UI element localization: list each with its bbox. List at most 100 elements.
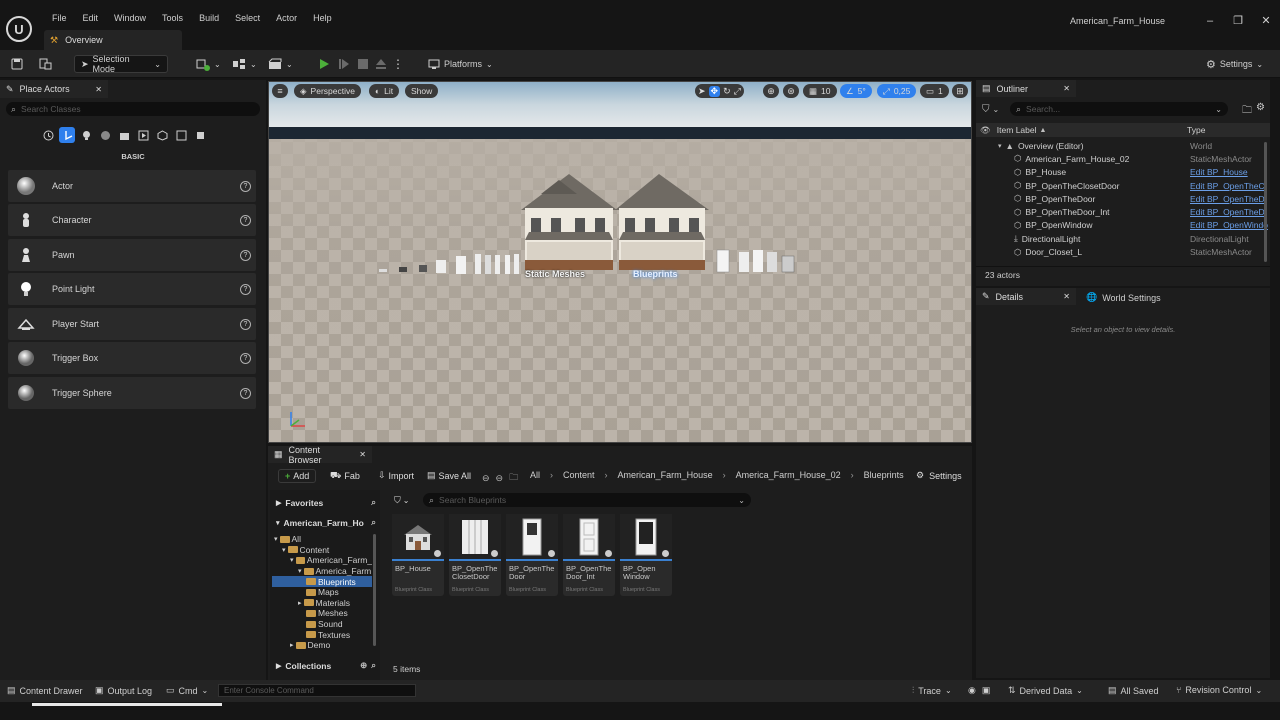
back-icon[interactable]: ⊖ (482, 473, 490, 484)
outliner-row[interactable]: ⬡ BP_OpenTheClosetDoor Edit BP_OpenTheC (976, 179, 1265, 192)
unreal-logo-icon[interactable]: U (6, 16, 32, 42)
basic-category-icon[interactable] (59, 127, 75, 143)
outliner-row[interactable]: ⬡ Door_Closet_L StaticMeshActor (976, 245, 1262, 258)
help-icon[interactable]: ? (240, 387, 251, 399)
record-icon[interactable]: ◉ (968, 685, 976, 696)
menu-select[interactable]: Select (227, 13, 268, 23)
volumes-category-icon[interactable] (173, 127, 189, 143)
all-saved-button[interactable]: ▤ All Saved (1108, 685, 1159, 696)
save-all-button[interactable]: ▤ Save All (427, 470, 471, 481)
skip-forward-icon[interactable] (336, 56, 352, 72)
tree-item[interactable]: Textures (272, 629, 372, 640)
tree-item[interactable]: Sound (272, 619, 372, 630)
show-button[interactable]: Show (405, 84, 439, 98)
favorites-section[interactable]: ▶ Favorites ⌕ (276, 497, 376, 508)
place-actors-tab[interactable]: ✎ Place Actors ✕ (0, 80, 108, 98)
help-icon[interactable]: ? (240, 318, 251, 330)
item-label-header[interactable]: Item Label (997, 125, 1037, 135)
rotation-snap-button[interactable]: ∠ 5° (840, 84, 872, 98)
menu-actor[interactable]: Actor (268, 13, 305, 23)
tree-item[interactable]: ▾ American_Farm_ (272, 555, 372, 566)
selection-mode-dropdown[interactable]: ➤ Selection Mode ⌄ (74, 54, 168, 74)
edit-blueprint-link[interactable]: Edit BP_OpenTheD (1190, 207, 1265, 217)
visual-effects-category-icon[interactable] (135, 127, 151, 143)
maximize-icon[interactable]: ❐ (1224, 14, 1252, 27)
lit-button[interactable]: ◐ Lit (369, 84, 400, 98)
edit-blueprint-link[interactable]: Edit BP_OpenWindo (1190, 220, 1268, 230)
recent-icon[interactable] (40, 127, 56, 143)
console-command-input[interactable]: Enter Console Command (218, 684, 416, 697)
help-icon[interactable]: ? (240, 249, 251, 261)
outliner-row[interactable]: ⬡ American_Farm_House_02 StaticMeshActor (976, 152, 1262, 165)
stop-icon[interactable] (355, 56, 371, 72)
document-tab-overview[interactable]: ⚒ Overview (44, 30, 182, 50)
platforms-button[interactable]: Platforms ⌄ (422, 55, 499, 73)
place-actor-item[interactable]: Pawn ? (8, 239, 256, 271)
edit-blueprint-link[interactable]: Edit BP_OpenTheD (1190, 194, 1265, 204)
asset-tile[interactable]: BP_OpenThe Door Blueprint Class (506, 514, 558, 596)
outliner-row[interactable]: ⬡ BP_OpenWindow Edit BP_OpenWindo (976, 219, 1268, 232)
level-viewport[interactable]: Static Meshes Blueprints (268, 81, 972, 443)
outliner-scrollbar[interactable] (1264, 142, 1267, 262)
tree-item[interactable]: ▾ All (272, 534, 372, 545)
help-icon[interactable]: ? (240, 283, 251, 295)
place-actor-item[interactable]: Player Start ? (8, 308, 256, 340)
search-icon[interactable]: ⌕ (371, 517, 376, 528)
collections-section[interactable]: ▶ Collections ⊕ ⌕ (276, 660, 376, 671)
breadcrumb-item[interactable]: America_Farm_House_02 (736, 470, 841, 480)
menu-window[interactable]: Window (106, 13, 154, 23)
project-root-section[interactable]: ▾ American_Farm_Ho ⌕ (276, 517, 376, 528)
outliner-row[interactable]: ⬡ BP_OpenTheDoor Edit BP_OpenTheD (976, 192, 1265, 205)
lights-category-icon[interactable] (78, 127, 94, 143)
asset-tile[interactable]: BP_OpenThe ClosetDoor Blueprint Class (449, 514, 501, 596)
menu-help[interactable]: Help (305, 13, 340, 23)
breadcrumb-item[interactable]: American_Farm_House (618, 470, 713, 480)
tree-item[interactable]: ▾ Content (272, 545, 372, 556)
play-icon[interactable] (316, 56, 332, 72)
edit-blueprint-link[interactable]: Edit BP_OpenTheC (1190, 181, 1265, 191)
menu-tools[interactable]: Tools (154, 13, 191, 23)
blueprints-button[interactable]: ⌄ (226, 55, 263, 73)
help-icon[interactable]: ? (240, 214, 251, 226)
add-content-button[interactable]: ⌄ (190, 55, 227, 73)
camera-speed-button[interactable]: ▭ 1 (920, 84, 949, 98)
close-tab-icon[interactable]: ✕ (95, 85, 102, 94)
outliner-row[interactable]: ⬡ BP_House Edit BP_House (976, 166, 1262, 179)
derived-data-button[interactable]: ⇅ Derived Data ⌄ (1008, 685, 1083, 696)
move-tool-icon[interactable]: ✥ (708, 85, 721, 97)
search-classes-input[interactable]: ⌕ Search Classes (6, 102, 260, 116)
minimize-icon[interactable]: – (1196, 15, 1224, 27)
asset-tile[interactable]: BP_Open Window Blueprint Class (620, 514, 672, 596)
help-icon[interactable]: ? (240, 352, 251, 364)
more-options-icon[interactable]: ⋮ (392, 56, 404, 72)
help-icon[interactable]: ? (240, 180, 251, 192)
search-icon[interactable]: ⌕ (371, 660, 376, 671)
settings-button[interactable]: ⚙ Settings ⌄ (1200, 55, 1269, 73)
tree-item[interactable]: Maps (272, 587, 372, 598)
all-classes-category-icon[interactable] (192, 127, 208, 143)
save-icon[interactable] (10, 57, 24, 71)
content-settings-button[interactable]: ⚙ Settings (916, 470, 962, 481)
search-icon[interactable]: ⌕ (371, 497, 376, 508)
cinematics-button[interactable]: ⌄ (262, 55, 299, 73)
outliner-settings-icon[interactable]: ⚙ (1256, 102, 1265, 113)
menu-file[interactable]: File (44, 13, 75, 23)
outliner-filter-button[interactable]: ⛉ ⌄ (982, 104, 999, 115)
content-drawer-button[interactable]: ▤ Content Drawer (7, 685, 83, 696)
place-actor-item[interactable]: Actor ? (8, 170, 256, 202)
revision-control-button[interactable]: ⑂ Revision Control ⌄ (1176, 685, 1262, 695)
cinematic-category-icon[interactable] (116, 127, 132, 143)
close-window-icon[interactable]: ✕ (1252, 14, 1280, 27)
add-button[interactable]: + Add (278, 469, 317, 483)
close-tab-icon[interactable]: ✕ (1063, 292, 1070, 301)
outliner-row[interactable]: ▾ ▲ Overview (Editor) World (976, 139, 1262, 152)
scale-snap-button[interactable]: ⤢ 0,25 (877, 84, 917, 98)
layout-icon[interactable]: ⊞ (952, 84, 968, 98)
add-collection-icon[interactable]: ⊕ (360, 660, 367, 671)
details-tab[interactable]: ✎ Details ✕ (976, 288, 1076, 305)
asset-filter-button[interactable]: ⛉ ⌄ (394, 495, 409, 506)
trace-button[interactable]: ⫶ Trace ⌄ (912, 685, 952, 696)
tree-item[interactable]: ▸ Demo (272, 640, 372, 651)
outliner-tab[interactable]: ▤ Outliner ✕ (976, 80, 1076, 97)
place-actor-item[interactable]: Trigger Sphere ? (8, 377, 256, 409)
